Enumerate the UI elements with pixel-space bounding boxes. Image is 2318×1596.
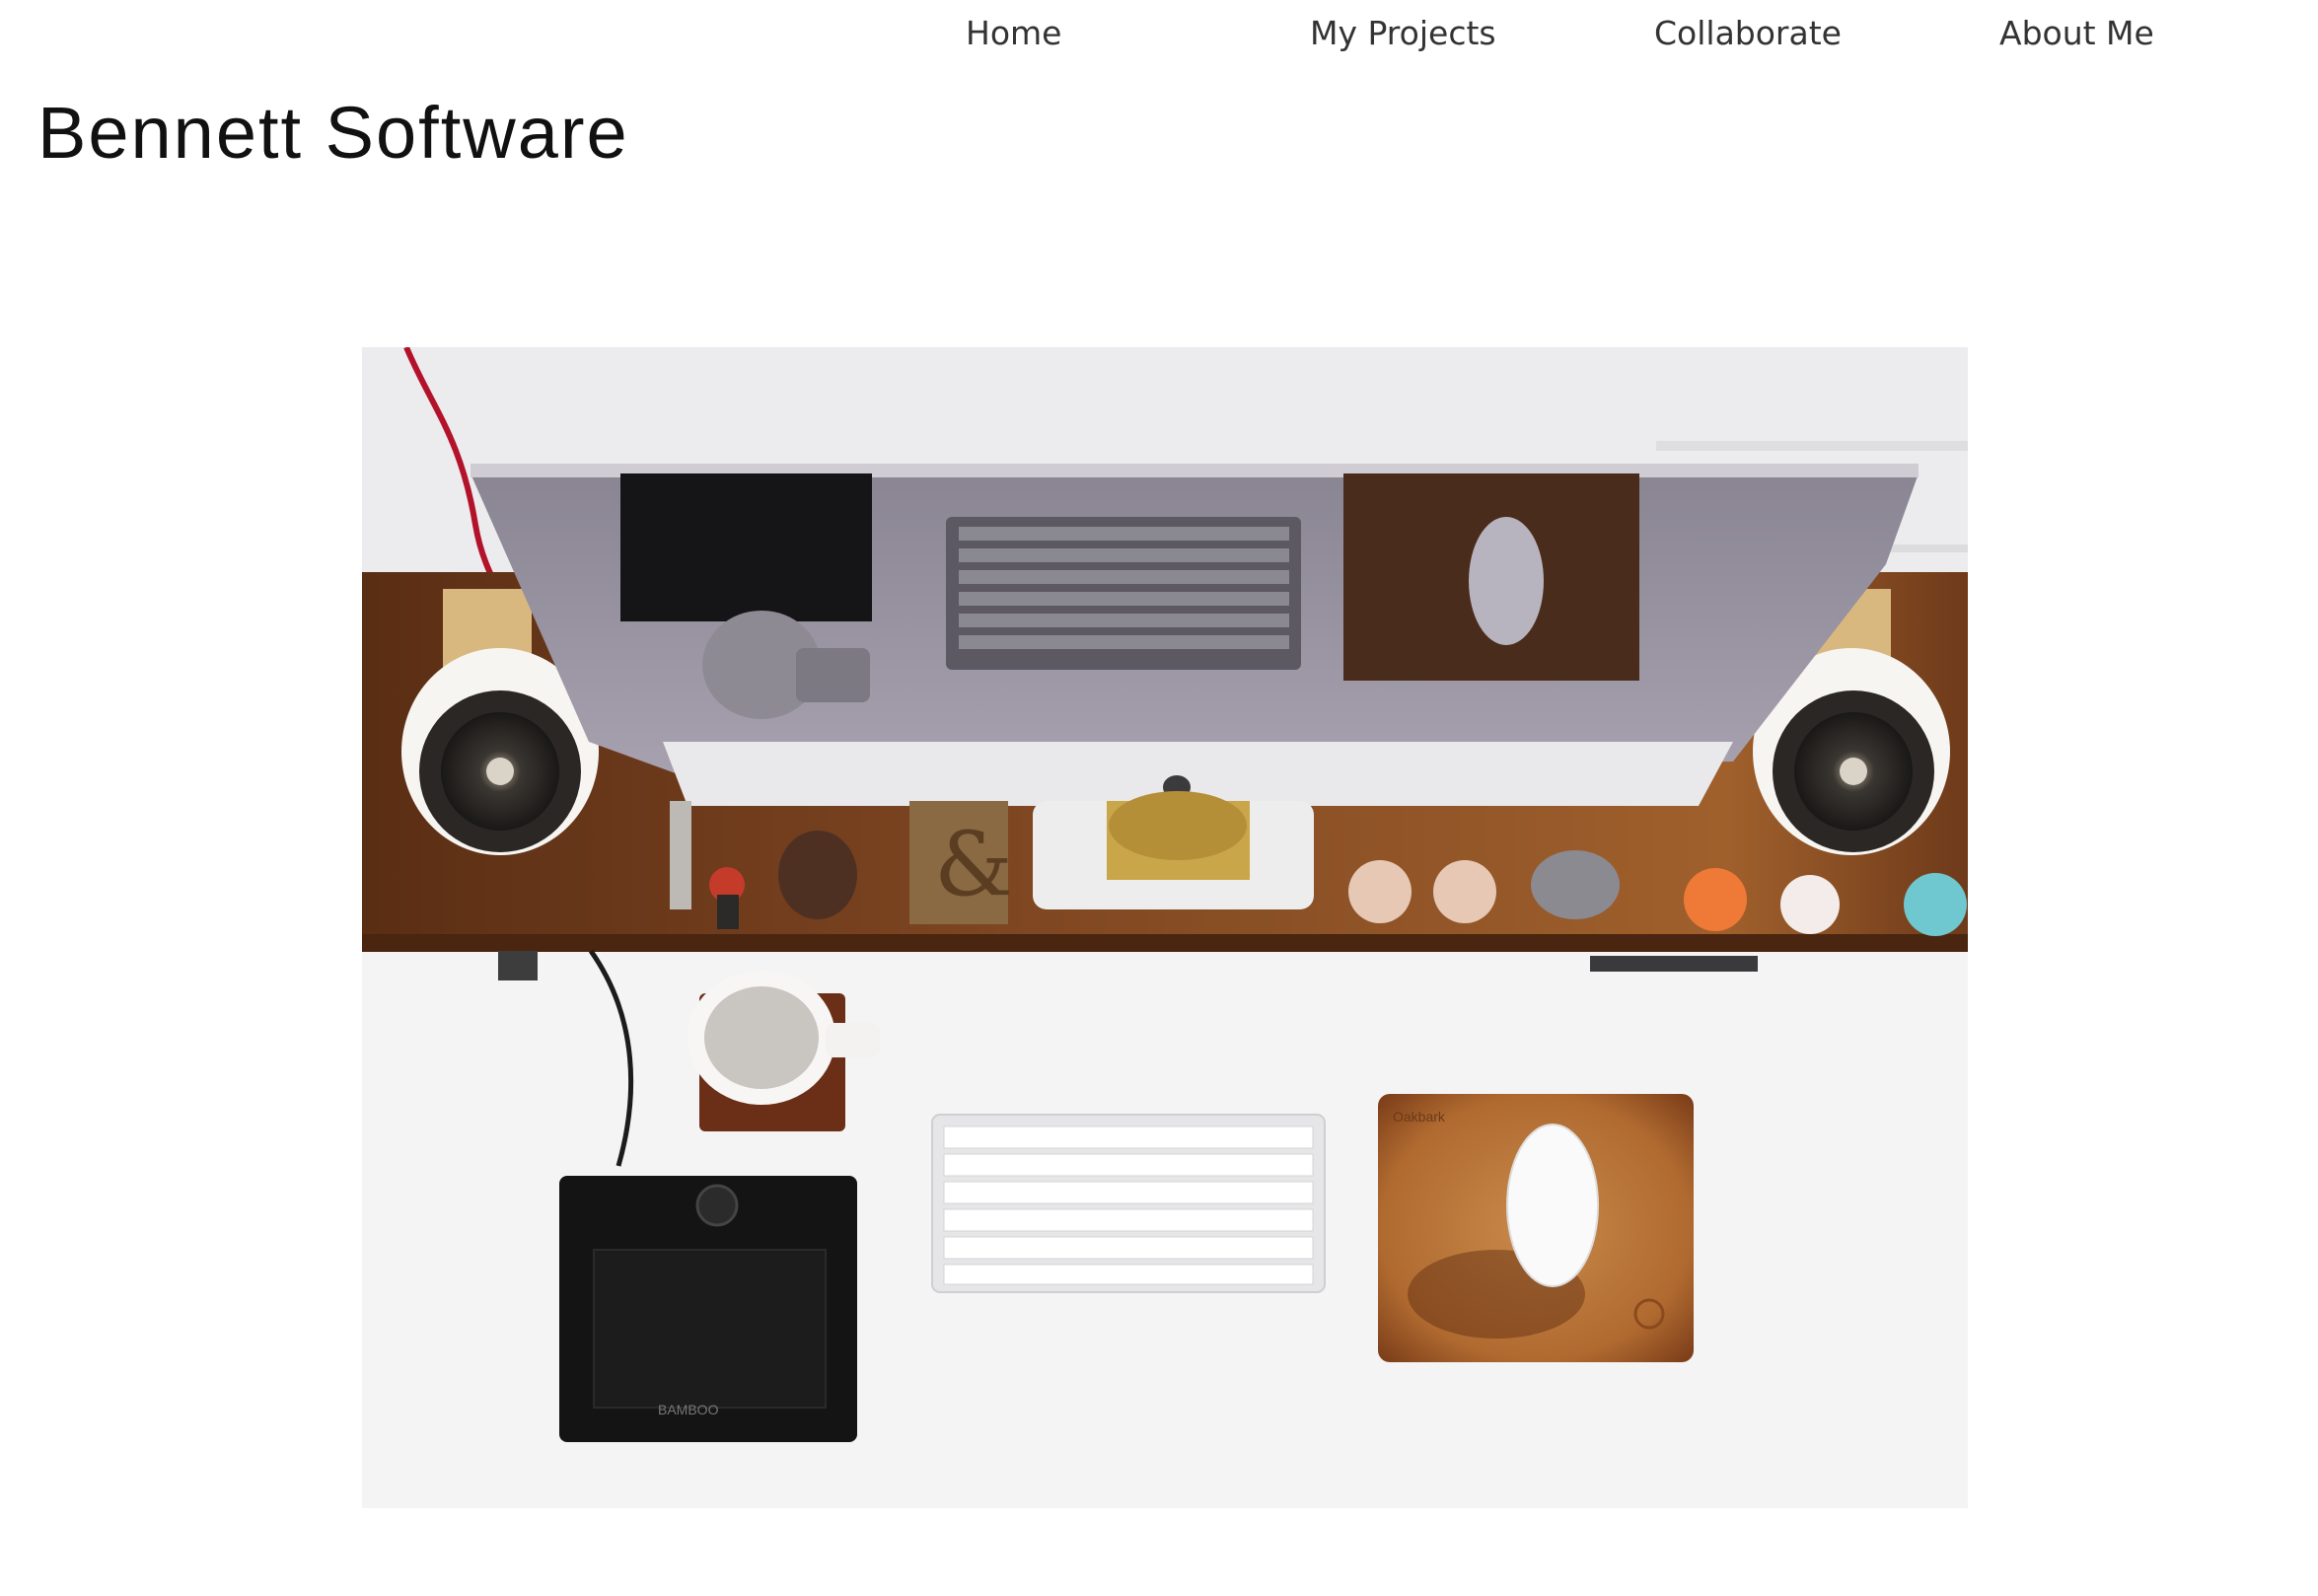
main-nav: Home My Projects Collaborate About Me xyxy=(0,0,2318,79)
nav-home-link[interactable]: Home xyxy=(966,14,1061,52)
hero-image: & BAMBOO Oakbark xyxy=(362,347,1968,1508)
desk-workspace-illustration: & BAMBOO Oakbark xyxy=(362,347,1968,1508)
nav-about-me-link[interactable]: About Me xyxy=(1999,14,2154,52)
nav-collaborate-link[interactable]: Collaborate xyxy=(1654,14,1842,52)
tablet-brand-label: BAMBOO xyxy=(658,1402,719,1417)
site-brand-title: Bennett Software xyxy=(37,92,629,174)
svg-text:&: & xyxy=(934,813,1013,916)
mousepad-brand-label: Oakbark xyxy=(1393,1109,1446,1124)
nav-my-projects-link[interactable]: My Projects xyxy=(1310,14,1496,52)
page: Home My Projects Collaborate About Me Be… xyxy=(0,0,2318,1596)
